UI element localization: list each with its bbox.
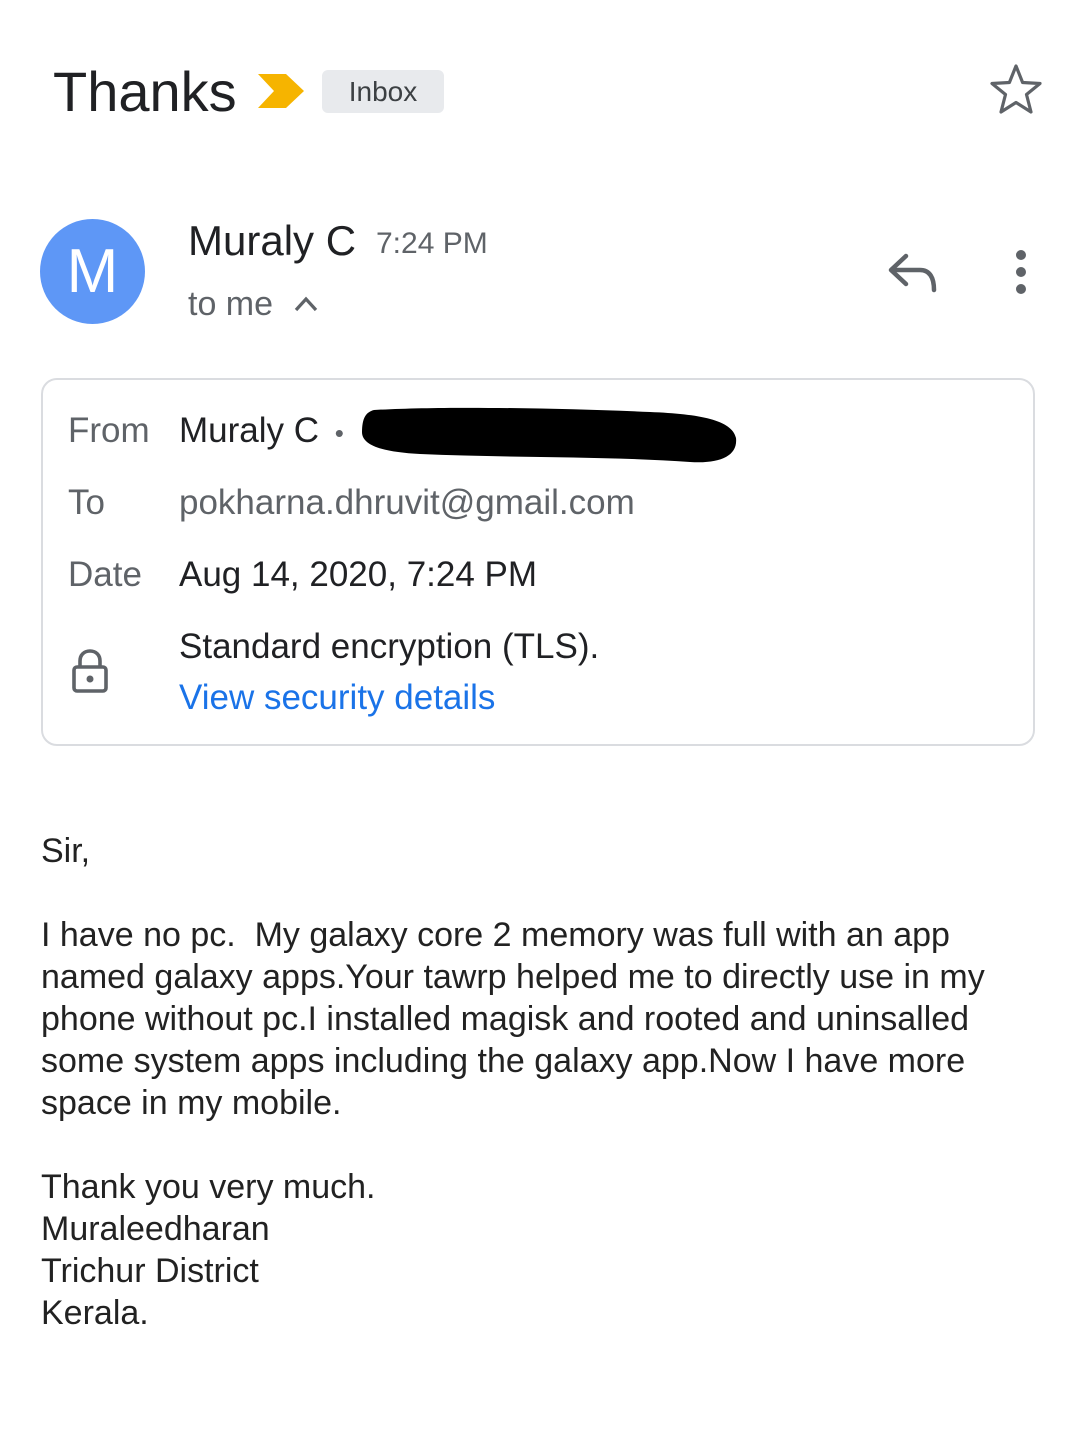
body-paragraph: I have no pc. My galaxy core 2 memory wa… [41,916,995,1122]
date-value: Aug 14, 2020, 7:24 PM [179,555,538,594]
to-label: To [68,483,105,522]
body-closing: Thank you very much. [41,1168,376,1206]
sender-avatar[interactable]: M [40,219,145,324]
signature-district: Trichur District [41,1252,259,1290]
importance-marker-icon[interactable] [258,72,304,110]
reply-icon[interactable] [884,250,940,296]
star-icon[interactable] [988,62,1044,116]
signature-state: Kerala. [41,1294,149,1332]
more-vert-icon[interactable] [1006,248,1036,298]
recipients-toggle[interactable]: to me [188,282,319,326]
to-value[interactable]: pokharna.dhruvit@gmail.com [179,481,635,525]
sender-name[interactable]: Muraly C [188,215,356,267]
encryption-text: Standard encryption (TLS). [179,627,600,666]
body-greeting: Sir, [41,832,91,870]
date-label: Date [68,555,142,594]
from-separator: • [334,418,344,448]
from-value[interactable]: Muraly C • [179,409,344,455]
from-name: Muraly C [179,411,320,450]
chevron-up-icon [294,296,318,312]
signature-name: Muraleedharan [41,1210,270,1248]
inbox-label-chip[interactable]: Inbox [322,70,444,113]
recipients-text: to me [188,285,274,323]
email-subject: Thanks [53,60,237,123]
sent-time: 7:24 PM [376,227,488,260]
from-label: From [68,411,150,450]
email-body: Sir, I have no pc. My galaxy core 2 memo… [41,830,1051,1334]
redaction-mark [362,407,737,463]
view-security-details-link[interactable]: View security details [179,676,495,720]
lock-icon [72,649,108,693]
